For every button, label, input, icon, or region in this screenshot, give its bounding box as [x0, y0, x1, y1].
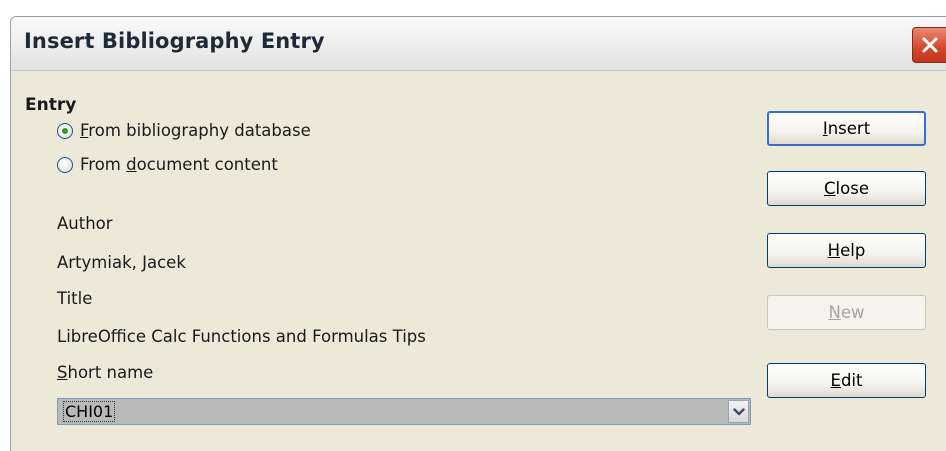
chevron-down-icon	[732, 407, 745, 415]
title-value: LibreOffice Calc Functions and Formulas …	[57, 327, 426, 346]
title-bar[interactable]: Insert Bibliography Entry	[11, 17, 946, 71]
dropdown-button[interactable]	[728, 400, 749, 423]
short-name-selected-value: CHI01	[62, 401, 116, 422]
radio-label-bibliography-database: From bibliography database	[80, 121, 311, 140]
radio-label-document-content: From document content	[80, 155, 278, 174]
dialog-body: Entry From bibliography database From do…	[11, 71, 946, 451]
radio-from-document-content[interactable]: From document content	[57, 155, 278, 174]
insert-button[interactable]: Insert	[767, 111, 926, 146]
short-name-combobox[interactable]: CHI01	[57, 398, 751, 425]
radio-button-unselected[interactable]	[57, 156, 73, 173]
dialog-title: Insert Bibliography Entry	[24, 29, 325, 53]
new-button: New	[767, 295, 926, 330]
author-label: Author	[57, 214, 113, 233]
insert-bibliography-dialog: Insert Bibliography Entry Entry From bib…	[10, 16, 946, 451]
close-window-button[interactable]	[912, 27, 946, 63]
help-button[interactable]: Help	[767, 233, 926, 268]
entry-group-label: Entry	[25, 95, 77, 115]
radio-button-selected[interactable]	[57, 122, 73, 139]
close-x-icon	[922, 37, 938, 53]
radio-from-bibliography-database[interactable]: From bibliography database	[57, 121, 311, 140]
title-label: Title	[57, 289, 93, 308]
close-button[interactable]: Close	[767, 171, 926, 206]
short-name-label: Short name	[57, 363, 154, 382]
author-value: Artymiak, Jacek	[57, 253, 186, 272]
edit-button[interactable]: Edit	[767, 363, 926, 398]
